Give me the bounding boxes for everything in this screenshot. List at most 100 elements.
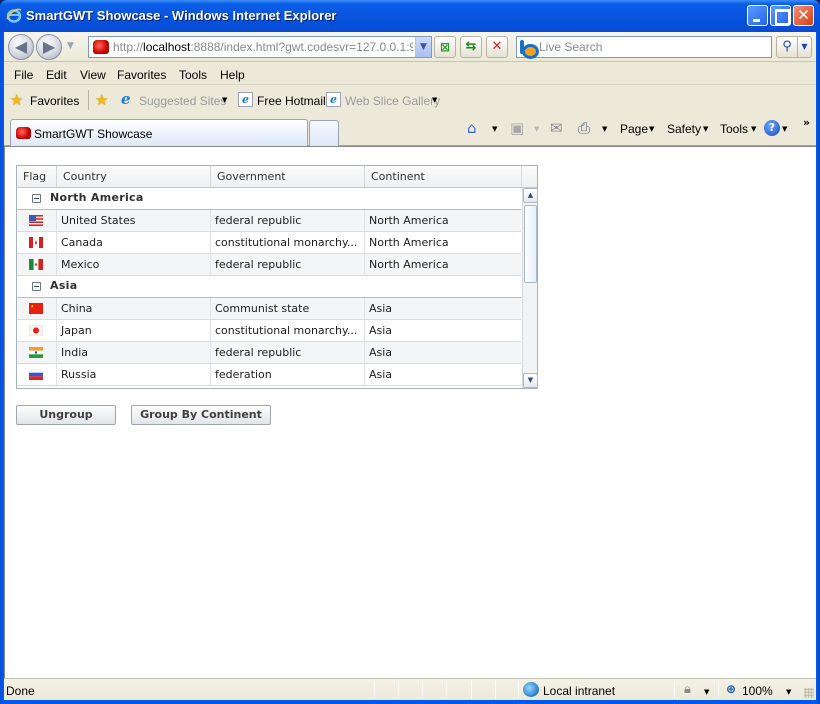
print-dropdown-icon[interactable]: ▼ bbox=[602, 125, 607, 133]
site-favicon-icon bbox=[16, 127, 31, 139]
cell-government: constitutional monarchy... bbox=[211, 320, 365, 341]
local-intranet-icon bbox=[523, 682, 539, 697]
favorites-separator bbox=[88, 90, 89, 110]
status-separator bbox=[374, 681, 375, 699]
vertical-scrollbar[interactable]: ▲ ▼ bbox=[522, 188, 538, 388]
more-commands-chevron-icon[interactable]: » bbox=[803, 116, 810, 129]
help-icon[interactable]: ? bbox=[764, 120, 780, 136]
back-button[interactable]: ◀ bbox=[8, 34, 34, 60]
page-menu[interactable]: Page bbox=[620, 122, 648, 136]
feeds-icon[interactable]: ▣ bbox=[510, 119, 524, 137]
close-icon: ✕ bbox=[797, 6, 810, 24]
cell-continent: Asia bbox=[365, 342, 521, 363]
scroll-down-button[interactable]: ▼ bbox=[523, 373, 538, 388]
cell-flag: ★ bbox=[17, 298, 57, 319]
suggested-sites-dropdown-icon[interactable]: ▼ bbox=[222, 96, 227, 104]
home-dropdown-icon[interactable]: ▼ bbox=[492, 125, 497, 133]
column-header-government[interactable]: Government bbox=[211, 166, 365, 187]
table-row[interactable]: Mexico federal republic North America bbox=[17, 254, 521, 276]
compatibility-view-button[interactable]: ⊠ bbox=[434, 36, 456, 58]
collapse-group-icon[interactable] bbox=[32, 194, 41, 203]
safety-menu-dropdown-icon[interactable]: ▼ bbox=[703, 125, 708, 133]
table-row[interactable]: Japan constitutional monarchy... Asia bbox=[17, 320, 521, 342]
resize-grip[interactable] bbox=[804, 688, 814, 698]
search-options-dropdown[interactable]: ▼ bbox=[798, 36, 812, 58]
page-menu-dropdown-icon[interactable]: ▼ bbox=[649, 125, 654, 133]
feeds-dropdown-icon[interactable]: ▼ bbox=[534, 125, 539, 133]
status-text: Done bbox=[6, 684, 35, 698]
refresh-icon: ⇆ bbox=[465, 39, 477, 54]
title-bar[interactable]: SmartGWT Showcase - Windows Internet Exp… bbox=[0, 0, 820, 32]
recent-pages-dropdown[interactable]: ▼ bbox=[67, 41, 74, 51]
site-favicon-icon bbox=[93, 40, 109, 54]
status-separator bbox=[674, 681, 675, 699]
web-slice-gallery-dropdown-icon[interactable]: ▼ bbox=[432, 96, 437, 104]
address-dropdown-button[interactable]: ▼ bbox=[415, 37, 431, 57]
menu-edit[interactable]: Edit bbox=[46, 68, 67, 82]
zoom-level[interactable]: 100% bbox=[742, 684, 773, 698]
tools-menu[interactable]: Tools bbox=[720, 122, 748, 136]
stop-button[interactable]: ✕ bbox=[486, 36, 508, 58]
safety-menu[interactable]: Safety bbox=[667, 122, 701, 136]
menu-file[interactable]: File bbox=[14, 68, 33, 82]
maximize-icon bbox=[771, 6, 790, 25]
protected-mode-dropdown-icon[interactable]: ▼ bbox=[704, 688, 709, 696]
table-row[interactable]: United States federal republic North Ameri… bbox=[17, 210, 521, 232]
scroll-thumb[interactable] bbox=[524, 205, 537, 283]
address-path: :8888/index.html?gwt.codesvr=127.0.0.1:9… bbox=[190, 40, 413, 54]
menu-help[interactable]: Help bbox=[220, 68, 245, 82]
search-button[interactable]: ⚲ bbox=[776, 36, 798, 58]
close-button[interactable]: ✕ bbox=[793, 5, 814, 26]
cell-country: China bbox=[57, 298, 211, 319]
column-header-country[interactable]: Country bbox=[57, 166, 211, 187]
group-row[interactable]: North America bbox=[17, 188, 521, 210]
suggested-sites-link[interactable]: Suggested Sites bbox=[139, 94, 226, 108]
address-bar[interactable]: http://localhost:8888/index.html?gwt.cod… bbox=[88, 36, 432, 58]
ungroup-button[interactable]: Ungroup bbox=[16, 405, 116, 425]
collapse-group-icon[interactable] bbox=[32, 282, 41, 291]
free-hotmail-link[interactable]: Free Hotmail bbox=[257, 94, 326, 108]
group-by-continent-button[interactable]: Group By Continent bbox=[131, 405, 271, 425]
forward-arrow-icon: ▶ bbox=[42, 37, 56, 56]
cell-flag bbox=[17, 232, 57, 253]
tab-smartgwt-showcase[interactable]: SmartGWT Showcase bbox=[10, 119, 308, 146]
web-slice-gallery-link[interactable]: Web Slice Gallery bbox=[345, 94, 440, 108]
zoom-dropdown-icon[interactable]: ▼ bbox=[786, 688, 791, 696]
menu-favorites[interactable]: Favorites bbox=[117, 68, 166, 82]
forward-button[interactable]: ▶ bbox=[36, 34, 62, 60]
country-grid: Flag Country Government Continent North … bbox=[16, 165, 538, 389]
favorites-star-icon: ★ bbox=[10, 91, 24, 109]
cell-government: federal republic bbox=[211, 342, 365, 363]
column-header-continent[interactable]: Continent bbox=[365, 166, 522, 187]
add-to-favorites-bar-icon[interactable]: ★ bbox=[95, 91, 108, 109]
tools-menu-dropdown-icon[interactable]: ▼ bbox=[751, 125, 756, 133]
home-icon[interactable]: ⌂ bbox=[467, 119, 477, 137]
search-input[interactable]: Live Search bbox=[539, 40, 602, 54]
favorites-button[interactable]: Favorites bbox=[30, 94, 79, 108]
cell-flag bbox=[17, 342, 57, 363]
protected-mode-icon[interactable]: 🔒︎ bbox=[684, 682, 691, 697]
scroll-up-button[interactable]: ▲ bbox=[523, 188, 538, 203]
search-box[interactable]: Live Search bbox=[516, 36, 772, 59]
address-input[interactable]: http://localhost:8888/index.html?gwt.cod… bbox=[113, 40, 413, 54]
read-mail-icon[interactable]: ✉ bbox=[550, 119, 563, 137]
column-header-flag[interactable]: Flag bbox=[17, 166, 57, 187]
maximize-button[interactable] bbox=[770, 5, 791, 26]
window-title: SmartGWT Showcase - Windows Internet Exp… bbox=[26, 8, 337, 23]
group-row[interactable]: Asia bbox=[17, 276, 521, 298]
cell-government: Communist state bbox=[211, 298, 365, 319]
tab-label: SmartGWT Showcase bbox=[34, 127, 153, 141]
table-row[interactable]: Canada constitutional monarchy... North Am… bbox=[17, 232, 521, 254]
cell-continent: Asia bbox=[365, 320, 521, 341]
help-dropdown-icon[interactable]: ▼ bbox=[782, 125, 787, 133]
refresh-button[interactable]: ⇆ bbox=[460, 36, 482, 58]
minimize-button[interactable] bbox=[747, 5, 768, 26]
table-row[interactable]: ★ China Communist state Asia bbox=[17, 298, 521, 320]
table-row[interactable]: India federal republic Asia bbox=[17, 342, 521, 364]
security-zone[interactable]: Local intranet bbox=[543, 684, 615, 698]
menu-view[interactable]: View bbox=[80, 68, 106, 82]
print-icon[interactable]: ⎙ bbox=[578, 119, 590, 137]
menu-tools[interactable]: Tools bbox=[179, 68, 207, 82]
new-tab-button[interactable] bbox=[309, 120, 339, 146]
table-row[interactable]: Russia federation Asia bbox=[17, 364, 521, 386]
